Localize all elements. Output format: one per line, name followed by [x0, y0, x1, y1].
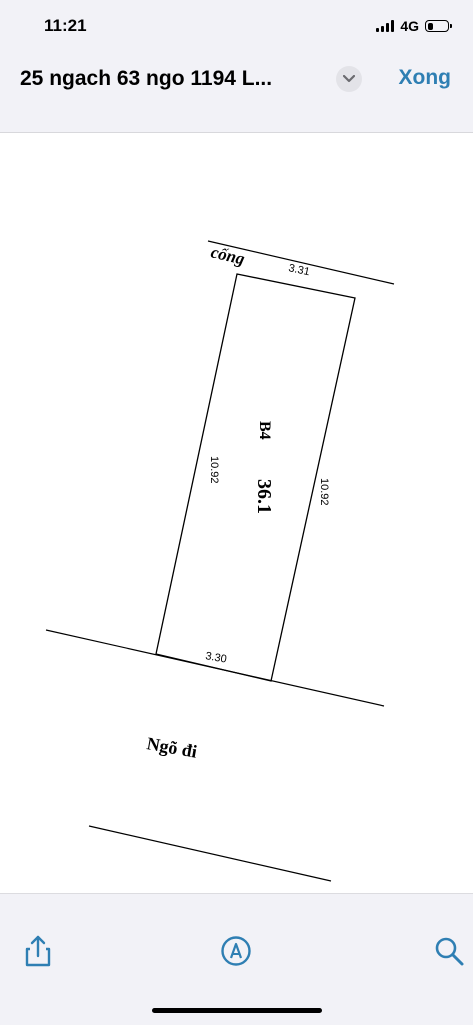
navigation-bar: 25 ngach 63 ngo 1194 L... Xong: [0, 50, 473, 133]
left-length-label: 10.92: [208, 456, 220, 484]
plot-id-label: B4: [256, 421, 273, 440]
right-length-label: 10.92: [318, 478, 330, 506]
road-upper-line: [45, 629, 385, 707]
bottom-width-label: 3.30: [204, 650, 227, 666]
bottom-toolbar: [0, 893, 473, 1025]
title-menu-button[interactable]: [336, 66, 362, 92]
share-icon: [25, 935, 51, 967]
status-bar: 11:21 4G: [0, 0, 473, 50]
top-width-label: 3.31: [287, 262, 310, 278]
markup-icon: [221, 936, 251, 966]
area-label: 36.1: [253, 479, 275, 514]
done-button[interactable]: Xong: [399, 66, 452, 90]
top-label: cống: [209, 242, 247, 268]
road-lower-line: [88, 825, 332, 882]
road-label: Ngõ đi: [145, 733, 198, 761]
status-time: 11:21: [44, 16, 87, 35]
signal-icon: [376, 20, 395, 32]
share-button[interactable]: [21, 934, 55, 968]
network-type: 4G: [400, 18, 419, 34]
document-title[interactable]: 25 ngach 63 ngo 1194 L...: [20, 67, 325, 91]
search-icon: [435, 937, 464, 966]
home-indicator[interactable]: [152, 1008, 322, 1013]
search-button[interactable]: [432, 934, 466, 968]
chevron-down-icon: [343, 75, 355, 83]
markup-button[interactable]: [219, 934, 253, 968]
status-indicators: 4G: [376, 16, 452, 36]
document-preview[interactable]: cống 3.31 B4 36.1 10.92 10.92 3.30 Ngõ đ…: [0, 133, 473, 893]
battery-icon: [425, 20, 452, 32]
battery-level: [427, 22, 433, 30]
plot-drawing: cống 3.31 B4 36.1 10.92 10.92 3.30 Ngõ đ…: [45, 240, 395, 882]
